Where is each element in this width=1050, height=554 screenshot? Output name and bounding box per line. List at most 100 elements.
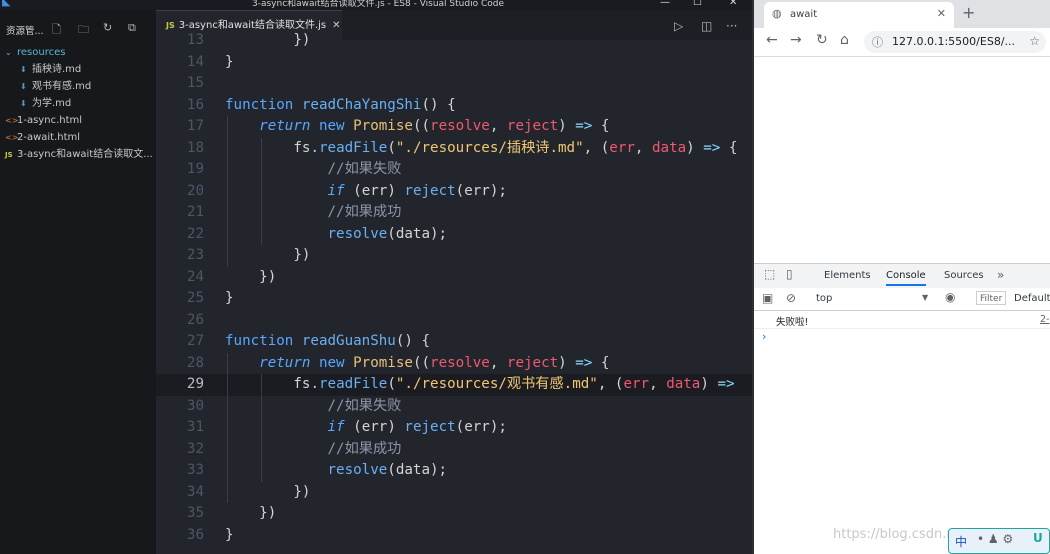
code-line[interactable]: 36} <box>156 525 752 547</box>
code-line[interactable]: 21 //如果成功 <box>156 202 752 224</box>
explorer-label: 资源管... <box>6 26 44 37</box>
minimize-icon[interactable]: — <box>660 0 670 8</box>
code-line[interactable]: 34 }) <box>156 482 752 504</box>
back-icon[interactable]: ← <box>766 32 778 48</box>
line-number: 28 <box>186 354 204 371</box>
code-text: resolve(data); <box>327 462 448 478</box>
refresh-icon[interactable]: ↻ <box>103 21 112 34</box>
console-filter-input[interactable]: Filter <box>976 291 1006 305</box>
code-line[interactable]: 32 //如果成功 <box>156 439 752 461</box>
code-line[interactable]: 13 }) <box>156 30 752 52</box>
log-levels-select[interactable]: Default <box>1014 293 1050 304</box>
device-toolbar-icon[interactable]: ▯ <box>786 267 793 281</box>
tree-folder-resources[interactable]: ⌄ resources <box>0 44 161 61</box>
vscode-window: ◣ 3-async和await结合读取文件.js - ES8 - Visual … <box>0 0 752 554</box>
new-folder-icon[interactable]: 🗀 <box>78 21 89 40</box>
tree-file[interactable]: ⬇ 插秧诗.md <box>0 61 176 78</box>
line-number: 29 <box>186 376 204 392</box>
code-line[interactable]: 23 }) <box>156 245 752 267</box>
forward-icon[interactable]: → <box>790 32 802 48</box>
clear-console-icon[interactable]: ⊘ <box>786 291 796 305</box>
line-number: 13 <box>186 32 204 48</box>
tab-sources[interactable]: Sources <box>944 270 984 281</box>
eye-icon[interactable]: ◉ <box>945 290 955 304</box>
code-line[interactable]: 28 return new Promise((resolve, reject) … <box>156 353 752 375</box>
code-line[interactable]: 18 fs.readFile("./resources/插秧诗.md", (er… <box>156 138 752 160</box>
maximize-icon[interactable]: ☐ <box>693 0 702 8</box>
code-line[interactable]: 35 }) <box>156 503 752 525</box>
code-text: //如果失败 <box>327 161 402 177</box>
code-line[interactable]: 16 function readChaYangShi() { <box>156 95 752 117</box>
tab-elements[interactable]: Elements <box>824 270 871 281</box>
code-text: }) <box>225 483 311 500</box>
code-line[interactable]: 24 }) <box>156 267 752 289</box>
code-text: } <box>225 290 234 306</box>
code-line[interactable]: 22 resolve(data); <box>156 224 752 246</box>
line-number: 17 <box>186 118 204 134</box>
home-icon[interactable]: ⌂ <box>840 32 849 48</box>
code-line[interactable]: 29 fs.readFile("./resources/观书有感.md", (e… <box>156 374 752 396</box>
new-file-icon[interactable]: 🗋 <box>52 21 61 40</box>
code-text: }) <box>225 268 277 285</box>
html-file-icon: <> <box>5 133 19 142</box>
browser-tab[interactable]: ◍ await ✕ <box>764 2 954 28</box>
editor-pane: JS 3-async和await结合读取文件.js ✕ ▷ ◫ ··· 13 }) 1… <box>156 10 752 554</box>
collapse-all-icon[interactable]: ⧉ <box>128 21 136 35</box>
console-toolbar: ▣ ⊘ top ▼ ◉ Filter Default <box>754 288 1050 311</box>
code-area[interactable]: 13 }) 14} 15 16 function readChaYangShi() {1… <box>156 32 752 554</box>
address-bar[interactable]: ⓘ 127.0.0.1:5500/ES8/... ☆ <box>864 31 1046 53</box>
new-tab-icon[interactable]: + <box>962 3 975 22</box>
context-select[interactable]: top <box>816 293 832 304</box>
code-text: return new Promise((resolve, reject) => … <box>259 354 610 371</box>
indent-guide <box>227 352 228 503</box>
tree-file-active[interactable]: JS 3-async和await结合读取文... <box>0 146 161 163</box>
code-line[interactable]: 14} <box>156 52 752 74</box>
code-text: } <box>225 53 234 70</box>
tree-file[interactable]: ⬇ 观书有感.md <box>0 78 176 95</box>
log-source-link[interactable]: 2- <box>1040 314 1049 325</box>
code-line[interactable]: 26 <box>156 310 752 332</box>
code-line[interactable]: 19 //如果失败 <box>156 159 752 181</box>
code-line[interactable]: 17 return new Promise((resolve, reject) … <box>156 116 752 138</box>
ime-settings-icon: • ♟ ⚙ <box>977 532 1014 546</box>
code-line[interactable]: 15 <box>156 73 752 95</box>
ime-toolbar[interactable]: 中 • ♟ ⚙ U <box>948 528 1050 554</box>
inspect-element-icon[interactable]: ⬚ <box>764 267 775 281</box>
code-line[interactable]: 31 if (err) reject(err); <box>156 417 752 439</box>
explorer-header: 资源管... 🗋 🗀 ↻ ⧉ <box>0 20 156 40</box>
reload-icon[interactable]: ↻ <box>816 32 828 48</box>
more-tabs-icon[interactable]: » <box>997 268 1004 282</box>
line-number: 21 <box>186 204 204 220</box>
code-text: }) <box>225 247 311 263</box>
tree-file[interactable]: ⬇ 为学.md <box>0 95 176 112</box>
indent-guide <box>227 116 228 267</box>
bookmark-star-icon[interactable]: ☆ <box>1029 34 1040 48</box>
close-window-icon[interactable]: ✕ <box>729 0 737 8</box>
line-number: 14 <box>186 53 204 70</box>
code-text: return new Promise((resolve, reject) => … <box>259 118 610 134</box>
code-text: if (err) reject(err); <box>327 182 507 199</box>
console-prompt-icon[interactable]: › <box>762 330 766 343</box>
code-line[interactable]: 33 resolve(data); <box>156 460 752 482</box>
info-icon[interactable]: ⓘ <box>872 34 883 50</box>
explorer-sidebar: 资源管... 🗋 🗀 ↻ ⧉ ⌄ resources ⬇ 插秧诗.md ⬇ 观书有感.… <box>0 10 156 554</box>
sidebar-toggle-icon[interactable]: ▣ <box>762 291 773 305</box>
line-number: 20 <box>186 182 204 199</box>
tree-file[interactable]: <>1-async.html <box>0 112 161 129</box>
indent-guide <box>261 137 263 245</box>
code-line[interactable]: 27 function readGuanShu() { <box>156 331 752 353</box>
devtools-panel: ⬚ ▯ Elements Console Sources » ▣ ⊘ top ▼… <box>754 263 1050 554</box>
html-file-icon: <> <box>5 116 19 125</box>
globe-icon: ◍ <box>772 7 782 20</box>
tab-console[interactable]: Console <box>886 270 926 286</box>
vscode-titlebar: ◣ 3-async和await结合读取文件.js - ES8 - Visual … <box>0 0 752 10</box>
code-line[interactable]: 20 if (err) reject(err); <box>156 181 752 203</box>
code-line[interactable]: 30 //如果失败 <box>156 396 752 418</box>
chevron-down-icon[interactable]: ▼ <box>922 293 928 302</box>
indent-guide <box>261 374 263 482</box>
close-tab-icon[interactable]: ✕ <box>937 7 946 20</box>
tree-file[interactable]: <>2-await.html <box>0 129 161 146</box>
code-text: resolve(data); <box>327 225 448 242</box>
line-number: 19 <box>186 161 204 177</box>
code-line[interactable]: 25} <box>156 288 752 310</box>
